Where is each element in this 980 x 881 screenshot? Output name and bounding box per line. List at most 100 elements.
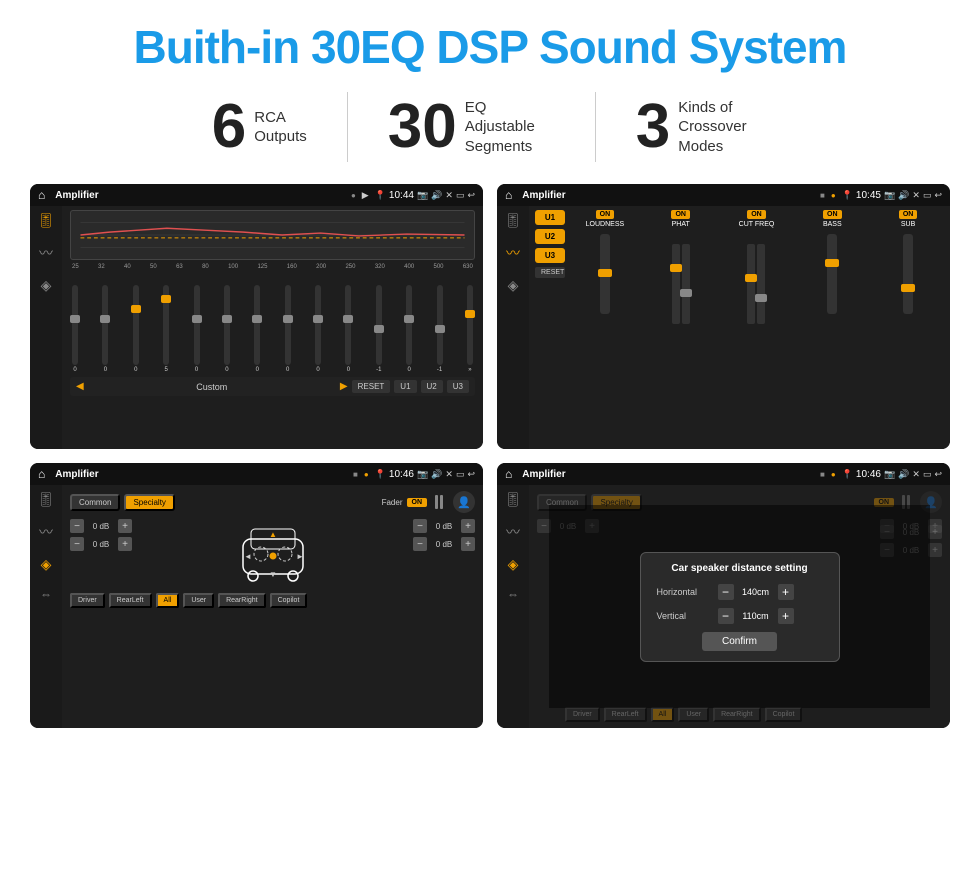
eq-slider-track-3[interactable]	[133, 285, 139, 365]
fader-rearleft-btn[interactable]: RearLeft	[109, 593, 152, 608]
fader-left-controls: − 0 dB + − 0 dB +	[70, 519, 132, 589]
dialog-side-wave-icon[interactable]: 〰	[506, 522, 520, 542]
crossover-sub-on[interactable]: ON	[899, 210, 918, 219]
eq-graph-svg	[71, 211, 474, 259]
fader-on-badge[interactable]: ON	[407, 498, 428, 507]
fader-db4-plus[interactable]: +	[461, 537, 475, 551]
dialog-side-eq-icon[interactable]: 🎚	[504, 491, 522, 508]
eq-slider-track-6[interactable]	[224, 285, 230, 365]
eq-side-wave-icon[interactable]: 〰	[39, 243, 53, 263]
eq-reset-btn[interactable]: RESET	[352, 380, 391, 393]
crossover-back-icon[interactable]: ↩	[934, 190, 942, 201]
eq-slider-track-1[interactable]	[72, 285, 78, 365]
dialog-vertical-plus[interactable]: +	[778, 608, 794, 624]
dialog-back-icon[interactable]: ↩	[934, 469, 942, 480]
fader-panel: Common Specialty Fader ON 👤	[62, 485, 483, 728]
fader-specialty-tab[interactable]: Specialty	[124, 494, 174, 511]
fader-db2-minus[interactable]: −	[70, 537, 84, 551]
fader-db3-plus[interactable]: +	[461, 519, 475, 533]
dialog-home-icon[interactable]: ⌂	[505, 467, 512, 481]
dialog-side-expand-icon[interactable]: ⇔	[507, 587, 519, 601]
fader-side-eq-icon[interactable]: 🎚	[37, 491, 55, 508]
freq-500: 500	[434, 264, 444, 270]
crossover-u1-btn[interactable]: U1	[535, 210, 565, 225]
eq-side-eq-icon[interactable]: 🎚	[37, 212, 55, 229]
eq-next-icon[interactable]: ▶	[340, 381, 348, 392]
screen-fader: ⌂ Amplifier ■ ● 📍 10:46 📷 🔊 ✕ ▭ ↩ 🎚 〰	[30, 463, 483, 728]
eq-slider-track-10[interactable]	[345, 285, 351, 365]
fader-db1-minus[interactable]: −	[70, 519, 84, 533]
eq-slider-track-7[interactable]	[254, 285, 260, 365]
crossover-bass-title: BASS	[823, 221, 842, 228]
fader-side-expand-icon[interactable]: ⇔	[40, 587, 52, 601]
dialog-side-speaker-icon[interactable]: ◈	[508, 556, 519, 573]
eq-slider-track-5[interactable]	[194, 285, 200, 365]
crossover-sub-slider[interactable]	[903, 234, 913, 314]
eq-slider-track-12[interactable]	[406, 285, 412, 365]
freq-125: 125	[257, 264, 267, 270]
dialog-confirm-button[interactable]: Confirm	[702, 632, 777, 651]
eq-home-icon[interactable]: ⌂	[38, 188, 45, 202]
crossover-bass-slider[interactable]	[827, 234, 837, 314]
crossover-phat-on[interactable]: ON	[671, 210, 690, 219]
fader-copilot-btn[interactable]: Copilot	[270, 593, 308, 608]
freq-630: 630	[463, 264, 473, 270]
eq-slider-track-4[interactable]	[163, 285, 169, 365]
eq-slider-track-2[interactable]	[102, 285, 108, 365]
crossover-u3-btn[interactable]: U3	[535, 248, 565, 263]
eq-u2-btn[interactable]: U2	[421, 380, 443, 393]
eq-slider-track-14[interactable]	[467, 285, 473, 365]
crossover-close-icon: ✕	[912, 190, 920, 201]
fader-all-btn[interactable]: All	[156, 593, 180, 608]
stat-crossover-number: 3	[636, 96, 670, 158]
eq-u3-btn[interactable]: U3	[447, 380, 469, 393]
crossover-side-wave-icon[interactable]: 〰	[506, 243, 520, 263]
fader-side-speaker-icon[interactable]: ◈	[41, 556, 52, 573]
crossover-bass-on[interactable]: ON	[823, 210, 842, 219]
crossover-loudness-on[interactable]: ON	[596, 210, 615, 219]
fader-dot1: ■	[353, 470, 358, 479]
eq-slider-track-9[interactable]	[315, 285, 321, 365]
fader-db1-value: 0 dB	[87, 522, 115, 531]
crossover-bass-col: ON BASS	[796, 210, 868, 445]
freq-labels: 25 32 40 50 63 80 100 125 160 200 250 32…	[70, 264, 475, 270]
dialog-overlay: Car speaker distance setting Horizontal …	[549, 505, 930, 708]
eq-slider-5: 0	[194, 285, 200, 373]
eq-side-icons: 🎚 〰 ◈	[30, 206, 62, 449]
stat-eq: 30 EQ AdjustableSegments	[348, 96, 595, 158]
fader-side-wave-icon[interactable]: 〰	[39, 522, 53, 542]
crossover-home-icon[interactable]: ⌂	[505, 188, 512, 202]
eq-u1-btn[interactable]: U1	[394, 380, 416, 393]
fader-back-icon[interactable]: ↩	[467, 469, 475, 480]
crossover-cutfreq-on[interactable]: ON	[747, 210, 766, 219]
fader-user-btn[interactable]: User	[183, 593, 214, 608]
crossover-side-eq-icon[interactable]: 🎚	[504, 212, 522, 229]
eq-slider-7: 0	[254, 285, 260, 373]
eq-back-icon[interactable]: ↩	[467, 190, 475, 201]
crossover-side-speaker-icon[interactable]: ◈	[508, 277, 519, 294]
eq-panel: 25 32 40 50 63 80 100 125 160 200 250 32…	[62, 206, 483, 449]
fader-db2-plus[interactable]: +	[118, 537, 132, 551]
fader-db4-minus[interactable]: −	[413, 537, 427, 551]
fader-top-row: Common Specialty Fader ON 👤	[70, 491, 475, 513]
fader-rearright-btn[interactable]: RearRight	[218, 593, 266, 608]
crossover-reset-btn[interactable]: RESET	[535, 267, 565, 278]
eq-slider-track-11[interactable]	[376, 285, 382, 365]
eq-side-speaker-icon[interactable]: ◈	[41, 277, 52, 294]
fader-driver-btn[interactable]: Driver	[70, 593, 105, 608]
eq-play-icon: ▶	[362, 190, 369, 201]
eq-prev-icon[interactable]: ◀	[76, 381, 84, 392]
fader-db1-plus[interactable]: +	[118, 519, 132, 533]
dialog-vertical-minus[interactable]: −	[718, 608, 734, 624]
crossover-u2-btn[interactable]: U2	[535, 229, 565, 244]
dialog-horizontal-minus[interactable]: −	[718, 584, 734, 600]
eq-slider-track-13[interactable]	[437, 285, 443, 365]
fader-common-tab[interactable]: Common	[70, 494, 120, 511]
fader-db3-minus[interactable]: −	[413, 519, 427, 533]
crossover-loudness-slider[interactable]	[600, 234, 610, 314]
eq-slider-track-8[interactable]	[285, 285, 291, 365]
fader-home-icon[interactable]: ⌂	[38, 467, 45, 481]
fader-db-row-2: − 0 dB +	[70, 537, 132, 551]
fader-db3-value: 0 dB	[430, 522, 458, 531]
dialog-horizontal-plus[interactable]: +	[778, 584, 794, 600]
